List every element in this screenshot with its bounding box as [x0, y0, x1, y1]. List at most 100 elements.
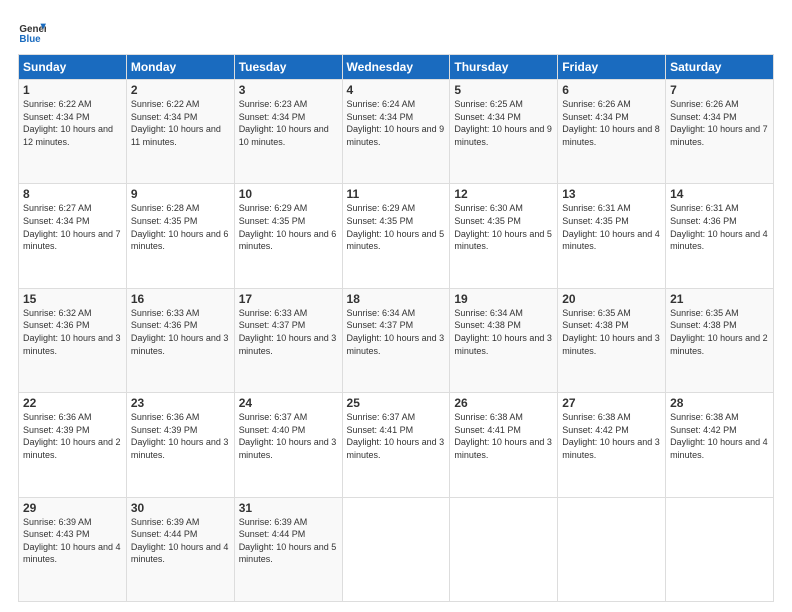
- day-info: Sunrise: 6:27 AMSunset: 4:34 PMDaylight:…: [23, 203, 121, 251]
- day-number: 14: [670, 187, 769, 201]
- day-header-friday: Friday: [558, 55, 666, 80]
- day-header-saturday: Saturday: [666, 55, 774, 80]
- day-number: 31: [239, 501, 338, 515]
- day-header-thursday: Thursday: [450, 55, 558, 80]
- calendar-cell: 17 Sunrise: 6:33 AMSunset: 4:37 PMDaylig…: [234, 288, 342, 392]
- calendar-cell: 16 Sunrise: 6:33 AMSunset: 4:36 PMDaylig…: [126, 288, 234, 392]
- calendar-cell: 19 Sunrise: 6:34 AMSunset: 4:38 PMDaylig…: [450, 288, 558, 392]
- day-info: Sunrise: 6:37 AMSunset: 4:40 PMDaylight:…: [239, 412, 337, 460]
- day-info: Sunrise: 6:33 AMSunset: 4:37 PMDaylight:…: [239, 308, 337, 356]
- calendar-cell: 9 Sunrise: 6:28 AMSunset: 4:35 PMDayligh…: [126, 184, 234, 288]
- calendar-cell: [450, 497, 558, 601]
- calendar-cell: 20 Sunrise: 6:35 AMSunset: 4:38 PMDaylig…: [558, 288, 666, 392]
- day-number: 26: [454, 396, 553, 410]
- day-info: Sunrise: 6:35 AMSunset: 4:38 PMDaylight:…: [670, 308, 768, 356]
- day-number: 10: [239, 187, 338, 201]
- day-number: 22: [23, 396, 122, 410]
- day-header-monday: Monday: [126, 55, 234, 80]
- day-info: Sunrise: 6:38 AMSunset: 4:42 PMDaylight:…: [670, 412, 768, 460]
- day-info: Sunrise: 6:25 AMSunset: 4:34 PMDaylight:…: [454, 99, 552, 147]
- day-number: 5: [454, 83, 553, 97]
- day-number: 13: [562, 187, 661, 201]
- calendar-cell: 25 Sunrise: 6:37 AMSunset: 4:41 PMDaylig…: [342, 393, 450, 497]
- day-number: 29: [23, 501, 122, 515]
- day-info: Sunrise: 6:34 AMSunset: 4:38 PMDaylight:…: [454, 308, 552, 356]
- day-number: 19: [454, 292, 553, 306]
- day-info: Sunrise: 6:38 AMSunset: 4:41 PMDaylight:…: [454, 412, 552, 460]
- day-number: 9: [131, 187, 230, 201]
- day-info: Sunrise: 6:23 AMSunset: 4:34 PMDaylight:…: [239, 99, 329, 147]
- calendar-cell: 1 Sunrise: 6:22 AMSunset: 4:34 PMDayligh…: [19, 80, 127, 184]
- calendar-cell: [666, 497, 774, 601]
- day-number: 18: [347, 292, 446, 306]
- day-number: 24: [239, 396, 338, 410]
- day-number: 25: [347, 396, 446, 410]
- day-header-sunday: Sunday: [19, 55, 127, 80]
- calendar-cell: 11 Sunrise: 6:29 AMSunset: 4:35 PMDaylig…: [342, 184, 450, 288]
- calendar-cell: 31 Sunrise: 6:39 AMSunset: 4:44 PMDaylig…: [234, 497, 342, 601]
- calendar-cell: 29 Sunrise: 6:39 AMSunset: 4:43 PMDaylig…: [19, 497, 127, 601]
- day-number: 3: [239, 83, 338, 97]
- day-info: Sunrise: 6:35 AMSunset: 4:38 PMDaylight:…: [562, 308, 660, 356]
- calendar-cell: 14 Sunrise: 6:31 AMSunset: 4:36 PMDaylig…: [666, 184, 774, 288]
- day-info: Sunrise: 6:32 AMSunset: 4:36 PMDaylight:…: [23, 308, 121, 356]
- day-number: 4: [347, 83, 446, 97]
- day-info: Sunrise: 6:24 AMSunset: 4:34 PMDaylight:…: [347, 99, 445, 147]
- day-info: Sunrise: 6:33 AMSunset: 4:36 PMDaylight:…: [131, 308, 229, 356]
- day-number: 30: [131, 501, 230, 515]
- day-info: Sunrise: 6:36 AMSunset: 4:39 PMDaylight:…: [23, 412, 121, 460]
- day-number: 17: [239, 292, 338, 306]
- day-header-wednesday: Wednesday: [342, 55, 450, 80]
- day-info: Sunrise: 6:36 AMSunset: 4:39 PMDaylight:…: [131, 412, 229, 460]
- day-number: 15: [23, 292, 122, 306]
- svg-text:Blue: Blue: [19, 34, 41, 45]
- calendar-cell: 8 Sunrise: 6:27 AMSunset: 4:34 PMDayligh…: [19, 184, 127, 288]
- day-info: Sunrise: 6:29 AMSunset: 4:35 PMDaylight:…: [347, 203, 445, 251]
- day-info: Sunrise: 6:39 AMSunset: 4:44 PMDaylight:…: [239, 517, 337, 565]
- calendar-cell: 7 Sunrise: 6:26 AMSunset: 4:34 PMDayligh…: [666, 80, 774, 184]
- calendar-cell: 12 Sunrise: 6:30 AMSunset: 4:35 PMDaylig…: [450, 184, 558, 288]
- day-number: 27: [562, 396, 661, 410]
- calendar-cell: 26 Sunrise: 6:38 AMSunset: 4:41 PMDaylig…: [450, 393, 558, 497]
- day-header-tuesday: Tuesday: [234, 55, 342, 80]
- calendar-cell: 28 Sunrise: 6:38 AMSunset: 4:42 PMDaylig…: [666, 393, 774, 497]
- calendar-cell: 3 Sunrise: 6:23 AMSunset: 4:34 PMDayligh…: [234, 80, 342, 184]
- calendar-cell: 18 Sunrise: 6:34 AMSunset: 4:37 PMDaylig…: [342, 288, 450, 392]
- calendar-cell: 24 Sunrise: 6:37 AMSunset: 4:40 PMDaylig…: [234, 393, 342, 497]
- day-info: Sunrise: 6:26 AMSunset: 4:34 PMDaylight:…: [670, 99, 768, 147]
- day-info: Sunrise: 6:34 AMSunset: 4:37 PMDaylight:…: [347, 308, 445, 356]
- day-number: 8: [23, 187, 122, 201]
- day-info: Sunrise: 6:22 AMSunset: 4:34 PMDaylight:…: [131, 99, 221, 147]
- day-number: 23: [131, 396, 230, 410]
- calendar-cell: [558, 497, 666, 601]
- logo: General Blue: [18, 18, 48, 46]
- day-info: Sunrise: 6:38 AMSunset: 4:42 PMDaylight:…: [562, 412, 660, 460]
- day-info: Sunrise: 6:31 AMSunset: 4:35 PMDaylight:…: [562, 203, 660, 251]
- day-number: 12: [454, 187, 553, 201]
- logo-icon: General Blue: [18, 18, 46, 46]
- calendar-cell: 5 Sunrise: 6:25 AMSunset: 4:34 PMDayligh…: [450, 80, 558, 184]
- day-info: Sunrise: 6:22 AMSunset: 4:34 PMDaylight:…: [23, 99, 113, 147]
- day-number: 28: [670, 396, 769, 410]
- calendar-cell: 6 Sunrise: 6:26 AMSunset: 4:34 PMDayligh…: [558, 80, 666, 184]
- calendar: SundayMondayTuesdayWednesdayThursdayFrid…: [18, 54, 774, 602]
- day-info: Sunrise: 6:39 AMSunset: 4:44 PMDaylight:…: [131, 517, 229, 565]
- day-info: Sunrise: 6:26 AMSunset: 4:34 PMDaylight:…: [562, 99, 660, 147]
- calendar-cell: 30 Sunrise: 6:39 AMSunset: 4:44 PMDaylig…: [126, 497, 234, 601]
- calendar-cell: 22 Sunrise: 6:36 AMSunset: 4:39 PMDaylig…: [19, 393, 127, 497]
- calendar-cell: 15 Sunrise: 6:32 AMSunset: 4:36 PMDaylig…: [19, 288, 127, 392]
- day-number: 7: [670, 83, 769, 97]
- day-info: Sunrise: 6:39 AMSunset: 4:43 PMDaylight:…: [23, 517, 121, 565]
- day-info: Sunrise: 6:31 AMSunset: 4:36 PMDaylight:…: [670, 203, 768, 251]
- day-number: 20: [562, 292, 661, 306]
- day-number: 16: [131, 292, 230, 306]
- day-number: 6: [562, 83, 661, 97]
- calendar-cell: 21 Sunrise: 6:35 AMSunset: 4:38 PMDaylig…: [666, 288, 774, 392]
- calendar-cell: 23 Sunrise: 6:36 AMSunset: 4:39 PMDaylig…: [126, 393, 234, 497]
- day-info: Sunrise: 6:28 AMSunset: 4:35 PMDaylight:…: [131, 203, 229, 251]
- day-number: 2: [131, 83, 230, 97]
- day-number: 1: [23, 83, 122, 97]
- day-info: Sunrise: 6:29 AMSunset: 4:35 PMDaylight:…: [239, 203, 337, 251]
- day-info: Sunrise: 6:30 AMSunset: 4:35 PMDaylight:…: [454, 203, 552, 251]
- calendar-cell: 13 Sunrise: 6:31 AMSunset: 4:35 PMDaylig…: [558, 184, 666, 288]
